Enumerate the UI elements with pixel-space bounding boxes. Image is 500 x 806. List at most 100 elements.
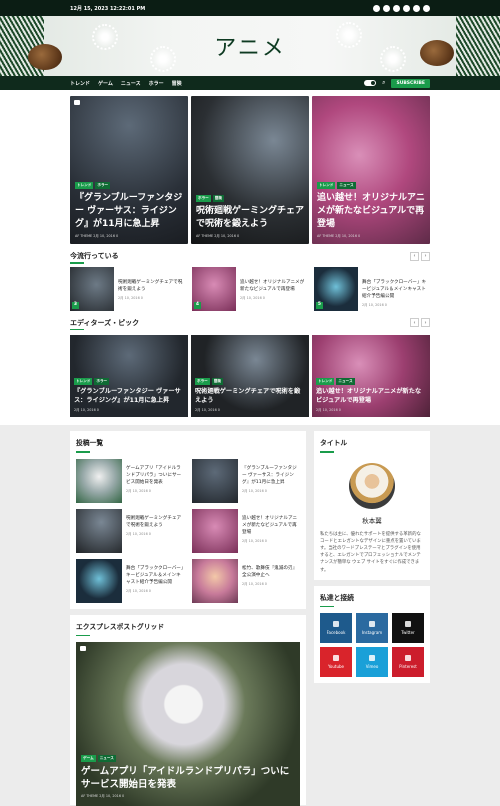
vimeo-button[interactable]: Vimeo: [356, 647, 388, 678]
category-tag[interactable]: ホラー: [195, 378, 210, 385]
post-title[interactable]: 舞台「ブラッククローバー」キービジュアル＆メインキャスト紹介予告編公開: [126, 565, 184, 586]
post-title[interactable]: 舞台「ブラッククローバー」キービジュアル＆メインキャスト紹介予告編公開: [362, 279, 430, 300]
featured-card[interactable]: トレンド ホラー 『グランブルーファンタジー ヴァーサス：ライジング』が11月に急…: [70, 96, 188, 244]
post-title[interactable]: 『グランブルーファンタジー ヴァーサス：ライジング』が11月に急上昇: [242, 465, 300, 486]
dark-mode-toggle[interactable]: [364, 80, 377, 86]
nav-item-game[interactable]: ゲーム: [98, 80, 113, 87]
post-meta: AF THEME 2月 10, 2016 0: [75, 234, 119, 238]
datetime: 12月 15, 2023 12:22:01 PM: [70, 5, 146, 12]
post-title[interactable]: 追い越せ！オリジナルアニメが新たなビジュアルで再登場: [316, 387, 426, 405]
post-meta: 2月 10, 2016 0: [126, 488, 151, 493]
youtube-icon[interactable]: [403, 4, 410, 12]
pinterest-button[interactable]: Pinterest: [392, 647, 424, 678]
list-item[interactable]: 松竹、歌舞伎『鬼滅の刃』全公演中止へ 2月 10, 2016 0: [192, 558, 300, 603]
post-title[interactable]: 呪術廻戦ゲーミングチェアで呪術を鍛えよう: [195, 387, 305, 405]
subscribe-button[interactable]: SUBSCRIBE: [391, 78, 430, 88]
next-arrow-icon[interactable]: ›: [421, 251, 430, 261]
post-title[interactable]: ゲームアプリ「アイドルランドプリパラ」ついにサービス開始日を発表: [126, 465, 184, 486]
category-tag[interactable]: 冒険: [212, 195, 224, 202]
category-tag[interactable]: トレンド: [316, 378, 335, 385]
category-tag[interactable]: ホラー: [94, 378, 110, 385]
prev-arrow-icon[interactable]: ‹: [410, 318, 419, 327]
post-title[interactable]: 『グランブルーファンタジー ヴァーサス：ライジング』が11月に急上昇: [74, 387, 184, 405]
vimeo-icon[interactable]: [413, 4, 420, 12]
section-underline: [320, 451, 334, 453]
post-title[interactable]: ゲームアプリ「アイドルランドプリパラ」ついにサービス開始日を発表: [81, 765, 295, 791]
prev-arrow-icon[interactable]: ‹: [410, 251, 419, 261]
youtube-button[interactable]: Youtube: [320, 647, 352, 678]
featured-card[interactable]: ホラー 冒険 呪術廻戦ゲーミングチェアで呪術を鍛えよう AF THEME 2月 1…: [191, 96, 309, 244]
next-arrow-icon[interactable]: ›: [421, 318, 430, 327]
category-tag[interactable]: トレンド: [317, 182, 336, 189]
post-title[interactable]: 松竹、歌舞伎『鬼滅の刃』全公演中止へ: [242, 565, 300, 579]
post-thumbnail[interactable]: [76, 508, 122, 553]
featured-card[interactable]: トレンド ニュース 追い越せ！オリジナルアニメが新たなビジュアルで再登場 AF T…: [312, 96, 430, 244]
instagram-icon[interactable]: [383, 4, 390, 12]
post-title[interactable]: 追い越せ！オリジナルアニメが新たなビジュアルで再登場: [242, 515, 300, 536]
post-title[interactable]: 追い越せ！オリジナルアニメが新たなビジュアルで再登場: [317, 192, 425, 231]
editors-card[interactable]: トレンド ニュース 追い越せ！オリジナルアニメが新たなビジュアルで再登場 2月 1…: [312, 335, 430, 417]
post-title[interactable]: 呪術廻戦ゲーミングチェアで呪術を鍛えよう: [126, 515, 184, 529]
posts-list-card: 投稿一覧 ゲームアプリ「アイドルランドプリパラ」ついにサービス開始日を発表 2月 …: [70, 431, 306, 609]
instagram-button[interactable]: Instagram: [356, 613, 388, 644]
post-thumbnail[interactable]: 5: [314, 266, 358, 311]
editors-pick-list: トレンド ホラー 『グランブルーファンタジー ヴァーサス：ライジング』が11月に急…: [0, 335, 500, 417]
twitter-icon[interactable]: [393, 4, 400, 12]
category-tag[interactable]: 冒険: [211, 378, 223, 385]
list-item[interactable]: ゲームアプリ「アイドルランドプリパラ」ついにサービス開始日を発表 2月 10, 2…: [76, 458, 184, 503]
author-name: 秋本翼: [362, 516, 382, 525]
post-title[interactable]: 『グランブルーファンタジー ヴァーサス：ライジング』が11月に急上昇: [75, 192, 183, 231]
category-tag[interactable]: ゲーム: [81, 755, 96, 762]
facebook-button[interactable]: Facebook: [320, 613, 352, 644]
post-meta: 2月 10, 2016 0: [242, 488, 267, 493]
search-icon[interactable]: ⌕: [382, 79, 385, 87]
section-underline: [76, 451, 90, 453]
instagram-icon: [369, 621, 375, 628]
author-avatar: [349, 462, 395, 509]
list-item[interactable]: 5 舞台「ブラッククローバー」キービジュアル＆メインキャスト紹介予告編公開 2月 …: [314, 266, 430, 311]
author-description: 私たちは主に、優れたサポートを提供する革新的なコードとエレガントなデザインに重点…: [320, 531, 421, 573]
post-thumbnail[interactable]: 4: [192, 266, 236, 311]
post-meta: AF THEME 2月 10, 2016 0: [317, 234, 361, 238]
list-item[interactable]: 追い越せ！オリジナルアニメが新たなビジュアルで再登場 2月 10, 2016 0: [192, 508, 300, 553]
list-item[interactable]: 舞台「ブラッククローバー」キービジュアル＆メインキャスト紹介予告編公開 2月 10…: [76, 558, 184, 603]
category-tag[interactable]: ニュース: [97, 755, 116, 762]
section-underline: [70, 328, 84, 330]
category-tag[interactable]: トレンド: [75, 182, 94, 189]
post-title[interactable]: 呪術廻戦ゲーミングチェアで呪術を鍛えよう: [118, 279, 186, 293]
editors-card[interactable]: ホラー 冒険 呪術廻戦ゲーミングチェアで呪術を鍛えよう 2月 10, 2016 0: [191, 335, 309, 417]
category-tag[interactable]: ニュース: [336, 378, 355, 385]
list-item[interactable]: 『グランブルーファンタジー ヴァーサス：ライジング』が11月に急上昇 2月 10,…: [192, 458, 300, 503]
facebook-icon[interactable]: [373, 4, 380, 12]
category-tag[interactable]: ホラー: [196, 195, 211, 202]
twitter-button[interactable]: Twitter: [392, 613, 424, 644]
rank-badge: 5: [316, 301, 323, 309]
category-tag[interactable]: トレンド: [74, 378, 93, 385]
post-meta: 2月 10, 2016 0: [362, 302, 387, 307]
list-item[interactable]: 4 追い越せ！オリジナルアニメが新たなビジュアルで再登場 2月 10, 2016 …: [192, 266, 308, 311]
post-thumbnail[interactable]: [192, 558, 238, 603]
pinterest-icon[interactable]: [423, 4, 430, 12]
post-meta: 2月 10, 2016 0: [126, 531, 151, 536]
post-thumbnail[interactable]: [192, 508, 238, 553]
list-item[interactable]: 呪術廻戦ゲーミングチェアで呪術を鍛えよう 2月 10, 2016 0: [76, 508, 184, 553]
editors-card[interactable]: トレンド ホラー 『グランブルーファンタジー ヴァーサス：ライジング』が11月に急…: [70, 335, 188, 417]
post-title[interactable]: 呪術廻戦ゲーミングチェアで呪術を鍛えよう: [196, 205, 304, 231]
post-thumbnail[interactable]: 3: [70, 266, 114, 311]
list-item[interactable]: 3 呪術廻戦ゲーミングチェアで呪術を鍛えよう 2月 10, 2016 0: [70, 266, 186, 311]
nav-item-trend[interactable]: トレンド: [70, 80, 90, 87]
category-tag[interactable]: ホラー: [95, 182, 111, 189]
main-nav: トレンド ゲーム ニュース ホラー 冒険 ⌕ SUBSCRIBE: [0, 76, 500, 90]
category-tag[interactable]: ニュース: [337, 182, 356, 189]
nav-item-adventure[interactable]: 冒険: [172, 80, 182, 87]
post-title[interactable]: 追い越せ！オリジナルアニメが新たなビジュアルで再登場: [240, 279, 308, 293]
post-thumbnail[interactable]: [76, 558, 122, 603]
nav-item-horror[interactable]: ホラー: [149, 80, 164, 87]
nav-item-news[interactable]: ニュース: [121, 80, 141, 87]
section-title-posts: 投稿一覧: [76, 439, 104, 447]
post-thumbnail[interactable]: [76, 458, 122, 503]
site-logo[interactable]: アニメ: [0, 30, 500, 62]
express-main-post[interactable]: ゲーム ニュース ゲームアプリ「アイドルランドプリパラ」ついにサービス開始日を発表…: [76, 642, 300, 806]
post-meta: 2月 10, 2016 0: [316, 408, 341, 412]
post-thumbnail[interactable]: [192, 458, 238, 503]
